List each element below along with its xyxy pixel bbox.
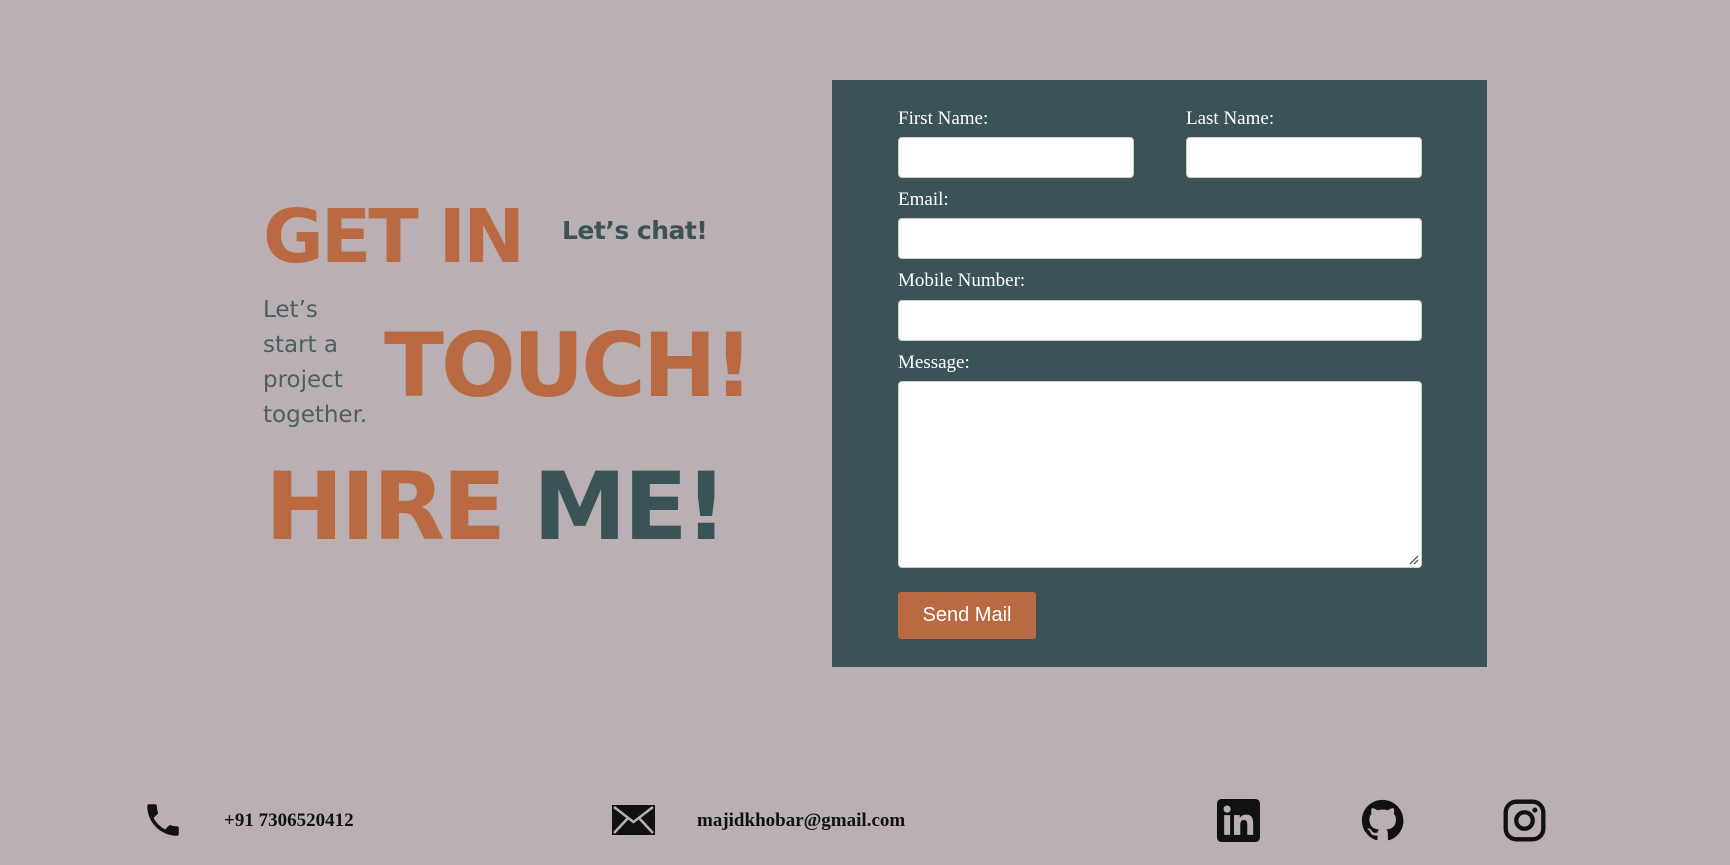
tagline-line: project (263, 367, 343, 393)
mail-icon[interactable] (611, 804, 656, 836)
tagline-line: start a (263, 332, 338, 358)
last-name-input[interactable] (1186, 137, 1422, 178)
email-input[interactable] (898, 218, 1422, 259)
send-mail-button[interactable]: Send Mail (898, 592, 1036, 639)
mobile-number-input[interactable] (898, 300, 1422, 341)
headline-hire-me: HIRE ME! (265, 453, 728, 563)
mobile-number-label: Mobile Number: (898, 270, 1026, 291)
instagram-icon[interactable] (1503, 799, 1546, 842)
linkedin-icon[interactable] (1217, 799, 1260, 842)
message-label: Message: (898, 352, 970, 373)
tagline-line: Let’s (263, 297, 318, 323)
first-name-label: First Name: (898, 108, 989, 129)
last-name-label: Last Name: (1186, 108, 1275, 129)
first-name-input[interactable] (898, 137, 1134, 178)
message-textarea[interactable] (898, 381, 1422, 568)
headline-touch: TOUCH! (384, 314, 754, 417)
github-icon[interactable] (1361, 799, 1404, 842)
phone-number: +91 7306520412 (224, 810, 354, 831)
email-address[interactable]: majidkhobar@gmail.com (697, 810, 905, 832)
email-label: Email: (898, 189, 949, 210)
resize-grip-icon[interactable] (1407, 553, 1419, 565)
phone-icon[interactable] (142, 799, 184, 841)
tagline-line: together. (263, 402, 368, 428)
tagline: Let’s start a project together. (263, 293, 383, 433)
hero-section: GET IN Let’s chat! Let’s start a project… (0, 0, 800, 865)
lets-chat-text: Let’s chat! (562, 216, 708, 245)
headline-me: ME! (532, 453, 728, 562)
headline-get-in: GET IN (263, 194, 525, 280)
headline-hire: HIRE (265, 453, 506, 562)
contact-form: First Name: Last Name: Email: Mobile Num… (832, 80, 1487, 667)
